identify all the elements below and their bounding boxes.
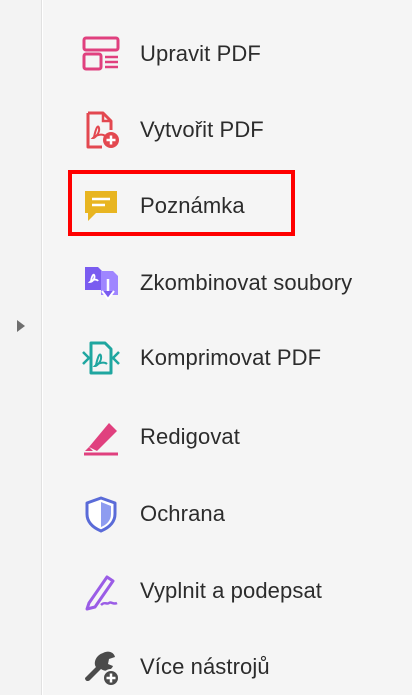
create-pdf-icon (81, 110, 121, 150)
protect-icon (81, 494, 121, 534)
tool-label: Více nástrojů (140, 654, 270, 679)
compress-pdf-icon (81, 338, 121, 378)
tool-compress-pdf[interactable]: Komprimovat PDF (43, 328, 412, 388)
tool-label: Ochrana (140, 501, 226, 526)
tool-label: Redigovat (140, 424, 240, 449)
tool-label: Poznámka (140, 193, 245, 218)
chevron-right-icon (17, 320, 25, 332)
tool-protect[interactable]: Ochrana (43, 484, 412, 544)
tool-label: Vyplnit a podepsat (140, 578, 323, 603)
edit-pdf-icon (81, 34, 121, 74)
combine-files-icon (81, 263, 121, 303)
tools-list: Upravit PDF Vytvořit PDF Poznámka Zkombi… (43, 0, 412, 695)
tool-edit-pdf[interactable]: Upravit PDF (43, 24, 412, 84)
tools-panel: Upravit PDF Vytvořit PDF Poznámka Zkombi… (0, 0, 412, 695)
collapsed-sidebar-strip (0, 0, 42, 695)
more-tools-icon (81, 647, 121, 687)
expand-panel-button[interactable] (14, 316, 28, 336)
comment-icon (81, 186, 121, 226)
fill-sign-icon (81, 571, 121, 611)
tool-create-pdf[interactable]: Vytvořit PDF (43, 100, 412, 160)
tool-redact[interactable]: Redigovat (43, 407, 412, 467)
tool-label: Komprimovat PDF (140, 345, 322, 370)
tool-more-tools[interactable]: Více nástrojů (43, 637, 412, 695)
redact-icon (81, 417, 121, 457)
tool-comment[interactable]: Poznámka (43, 176, 412, 236)
tool-combine-files[interactable]: Zkombinovat soubory (43, 253, 412, 313)
tool-fill-sign[interactable]: Vyplnit a podepsat (43, 561, 412, 621)
tool-label: Zkombinovat soubory (140, 270, 353, 295)
tool-label: Upravit PDF (140, 41, 261, 66)
tool-label: Vytvořit PDF (140, 117, 264, 142)
